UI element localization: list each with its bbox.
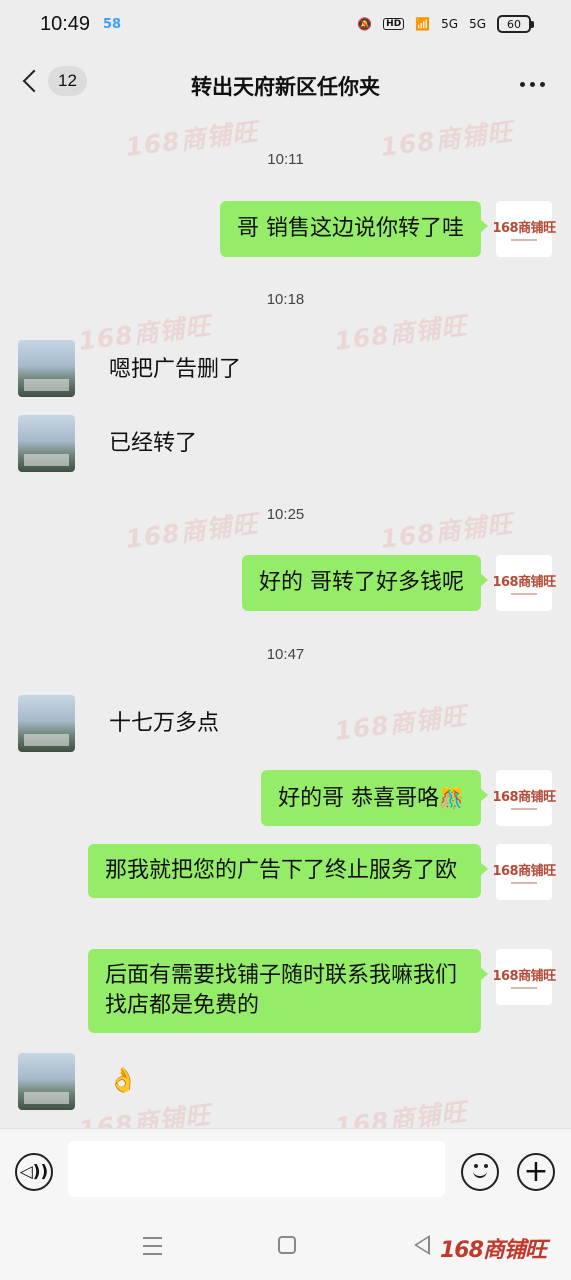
message-text: 嗯把广告删了	[109, 357, 242, 382]
party-popper-emoji: 🎊	[439, 786, 464, 810]
recent-apps-icon[interactable]	[143, 1237, 162, 1255]
message-input[interactable]	[68, 1141, 445, 1197]
status-icons: 🔕 HD 📶 5G 5G 60	[357, 15, 534, 33]
avatar-self[interactable]: 168商铺旺	[492, 770, 556, 826]
timestamp: 10:11	[267, 151, 304, 168]
timestamp: 10:18	[266, 291, 305, 308]
message-text: 好的哥 恭喜哥咯	[278, 786, 440, 811]
status-bar: 10:49 58 🔕 HD 📶 5G 5G 60	[0, 0, 571, 52]
message-bubble-outgoing[interactable]: 好的 哥转了好多钱呢	[242, 555, 488, 611]
input-bar: ◁)) +	[0, 1128, 571, 1216]
signal-icon: 5G	[441, 17, 459, 31]
voice-icon[interactable]: ◁))	[15, 1153, 53, 1191]
chat-title: 转出天府新区任你夹	[191, 75, 380, 99]
avatar-contact[interactable]	[18, 1053, 75, 1110]
message-text: 已经转了	[109, 431, 198, 456]
timestamp: 10:47	[266, 646, 305, 663]
watermark: 168商铺旺	[332, 1096, 469, 1128]
avatar-contact[interactable]	[18, 340, 75, 397]
message-text: 好的 哥转了好多钱呢	[259, 570, 464, 595]
status-time: 10:49	[40, 13, 91, 35]
message-text: 十七万多点	[109, 711, 220, 736]
message-text: 后面有需要找铺子随时联系我嘛我们找店都是免费的	[105, 963, 458, 1018]
avatar-contact[interactable]	[18, 695, 75, 752]
message-bubble-incoming[interactable]: 已经转了	[92, 417, 214, 471]
system-back-icon[interactable]	[414, 1235, 430, 1255]
corner-watermark-logo: 168商铺旺	[440, 1238, 547, 1263]
avatar-self[interactable]: 168商铺旺	[492, 555, 556, 611]
message-bubble-outgoing[interactable]: 那我就把您的广告下了终止服务了欧	[88, 844, 488, 898]
signal-icon-2: 5G	[469, 17, 486, 31]
message-text: 那我就把您的广告下了终止服务了欧	[105, 858, 458, 883]
avatar-self[interactable]: 168商铺旺	[492, 844, 556, 900]
message-bubble-outgoing[interactable]: 哥 销售这边说你转了哇	[220, 201, 488, 257]
emoji-icon[interactable]	[461, 1153, 499, 1191]
message-text: 哥 销售这边说你转了哇	[237, 216, 464, 241]
avatar-contact[interactable]	[18, 415, 75, 472]
chat-message-list[interactable]: 168商铺旺 168商铺旺 168商铺旺 168商铺旺 168商铺旺 168商铺…	[0, 118, 571, 1128]
message-bubble-incoming[interactable]: 嗯把广告删了	[92, 343, 258, 397]
timestamp: 10:25	[266, 506, 305, 523]
message-bubble-incoming[interactable]: 十七万多点	[92, 697, 236, 751]
ok-hand-emoji[interactable]: 👌	[108, 1066, 138, 1094]
plus-icon[interactable]: +	[517, 1153, 555, 1191]
chat-header: 12 转出天府新区任你夹	[0, 52, 571, 118]
hd-icon: HD	[383, 18, 405, 30]
watermark: 168商铺旺	[332, 310, 469, 356]
avatar-self[interactable]: 168商铺旺	[492, 201, 556, 257]
watermark: 168商铺旺	[76, 1099, 213, 1128]
more-icon[interactable]	[520, 82, 545, 87]
mute-icon: 🔕	[357, 17, 373, 31]
message-bubble-outgoing[interactable]: 好的哥 恭喜哥咯🎊	[261, 770, 488, 826]
app-badge: 58	[103, 17, 122, 32]
message-bubble-outgoing[interactable]: 后面有需要找铺子随时联系我嘛我们找店都是免费的	[88, 949, 488, 1033]
avatar-self[interactable]: 168商铺旺	[492, 949, 556, 1005]
battery-icon: 60	[497, 15, 534, 33]
system-navigation-bar: 168商铺旺	[0, 1216, 571, 1280]
watermark: 168商铺旺	[332, 700, 469, 746]
wifi-icon: 📶	[415, 17, 431, 31]
home-icon[interactable]	[278, 1236, 296, 1254]
